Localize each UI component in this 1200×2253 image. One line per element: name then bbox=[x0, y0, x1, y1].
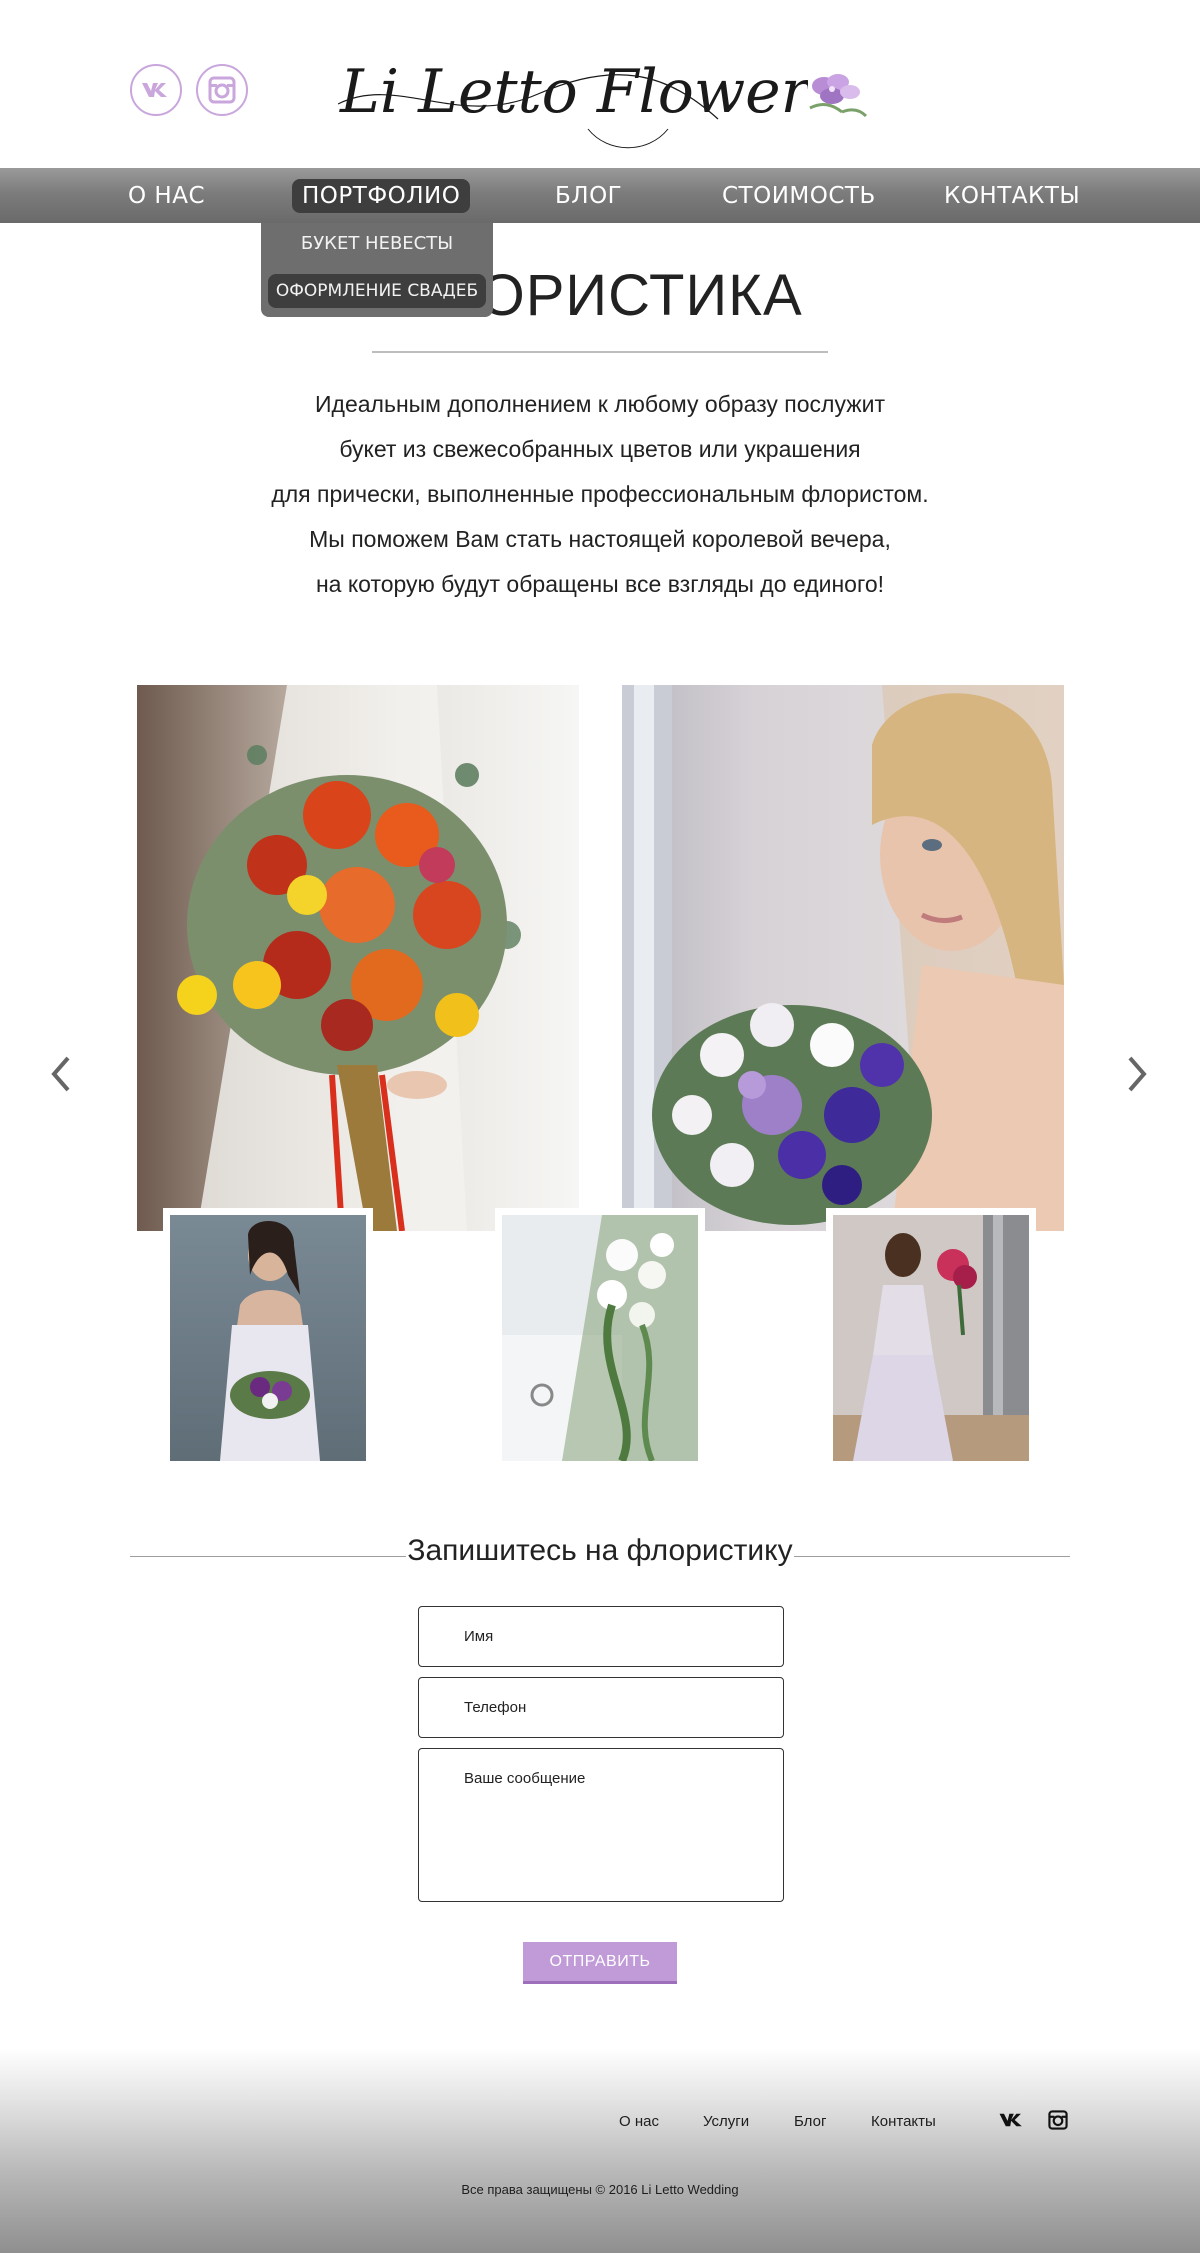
logo-script: Li Letto Flower bbox=[337, 57, 813, 149]
vk-icon[interactable] bbox=[130, 64, 182, 116]
site-logo[interactable]: Li Letto Flower bbox=[337, 34, 868, 154]
name-input[interactable] bbox=[418, 1606, 784, 1667]
nav-item-blog[interactable]: БЛОГ bbox=[545, 179, 632, 213]
footer-link-services[interactable]: Услуги bbox=[703, 2113, 749, 2130]
dropdown-item-wedding-decor[interactable]: ОФОРМЛЕНИЕ СВАДЕБ bbox=[268, 274, 486, 308]
main-nav: О НАС ПОРТФОЛИО БЛОГ СТОИМОСТЬ КОНТАКТЫ bbox=[0, 168, 1200, 223]
intro-line: Идеальным дополнением к любому образу по… bbox=[315, 391, 885, 417]
gallery-thumb[interactable] bbox=[826, 1208, 1036, 1462]
header-social-links bbox=[130, 64, 248, 116]
nav-item-about[interactable]: О НАС bbox=[118, 179, 215, 213]
intro-line: букет из свежесобранных цветов или украш… bbox=[339, 436, 861, 462]
footer-social-links bbox=[998, 2110, 1068, 2134]
footer-link-about[interactable]: О нас bbox=[619, 2113, 659, 2130]
svg-text:Li Letto Flower: Li Letto Flower bbox=[339, 57, 808, 127]
nav-item-portfolio[interactable]: ПОРТФОЛИО bbox=[292, 179, 471, 213]
copyright-text: Все права защищены © 2016 Li Letto Weddi… bbox=[461, 2182, 739, 2197]
dropdown-item-bridal-bouquet[interactable]: БУКЕТ НЕВЕСТЫ bbox=[261, 233, 493, 254]
instagram-icon[interactable] bbox=[1048, 2110, 1068, 2134]
gallery-photo-bride[interactable] bbox=[622, 685, 1064, 1231]
gallery-thumb[interactable] bbox=[495, 1208, 705, 1462]
nav-item-contacts[interactable]: КОНТАКТЫ bbox=[934, 179, 1090, 213]
title-divider bbox=[372, 351, 828, 353]
gallery-thumb[interactable] bbox=[163, 1208, 373, 1462]
thumb-image-bride-dark bbox=[170, 1215, 366, 1461]
site-header: Li Letto Flower bbox=[0, 0, 1200, 168]
gallery-photo-bouquet[interactable] bbox=[137, 685, 579, 1231]
vk-icon[interactable] bbox=[998, 2112, 1026, 2132]
phone-input[interactable] bbox=[418, 1677, 784, 1738]
thumb-image-white-flowers bbox=[502, 1215, 698, 1461]
submit-button[interactable]: ОТПРАВИТЬ bbox=[523, 1942, 677, 1984]
lily-flower-icon bbox=[809, 74, 868, 118]
intro-text: Идеальным дополнением к любому образу по… bbox=[150, 382, 1050, 607]
intro-line: на которую будут обращены все взгляды до… bbox=[315, 571, 885, 597]
intro-line: Мы поможем Вам стать настоящей королевой… bbox=[309, 526, 891, 552]
intro-line: для прически, выполненные профессиональн… bbox=[271, 481, 929, 507]
portfolio-dropdown: БУКЕТ НЕВЕСТЫ ОФОРМЛЕНИЕ СВАДЕБ bbox=[261, 223, 493, 317]
message-input[interactable] bbox=[418, 1748, 784, 1902]
instagram-icon[interactable] bbox=[196, 64, 248, 116]
nav-item-pricing[interactable]: СТОИМОСТЬ bbox=[712, 179, 886, 213]
form-header: Запишитесь на флористику bbox=[130, 1534, 1070, 1574]
footer-link-blog[interactable]: Блог bbox=[794, 2113, 826, 2130]
footer-link-contacts[interactable]: Контакты bbox=[871, 2113, 936, 2130]
chevron-left-icon[interactable] bbox=[46, 1054, 76, 1094]
form-title: Запишитесь на флористику bbox=[407, 1534, 793, 1567]
chevron-right-icon[interactable] bbox=[1122, 1054, 1152, 1094]
page-title: ФЛОРИСТИКА bbox=[397, 263, 803, 328]
thumb-image-bride-window bbox=[833, 1215, 1029, 1461]
site-footer: О нас Услуги Блог Контакты Все права защ… bbox=[0, 2048, 1200, 2253]
